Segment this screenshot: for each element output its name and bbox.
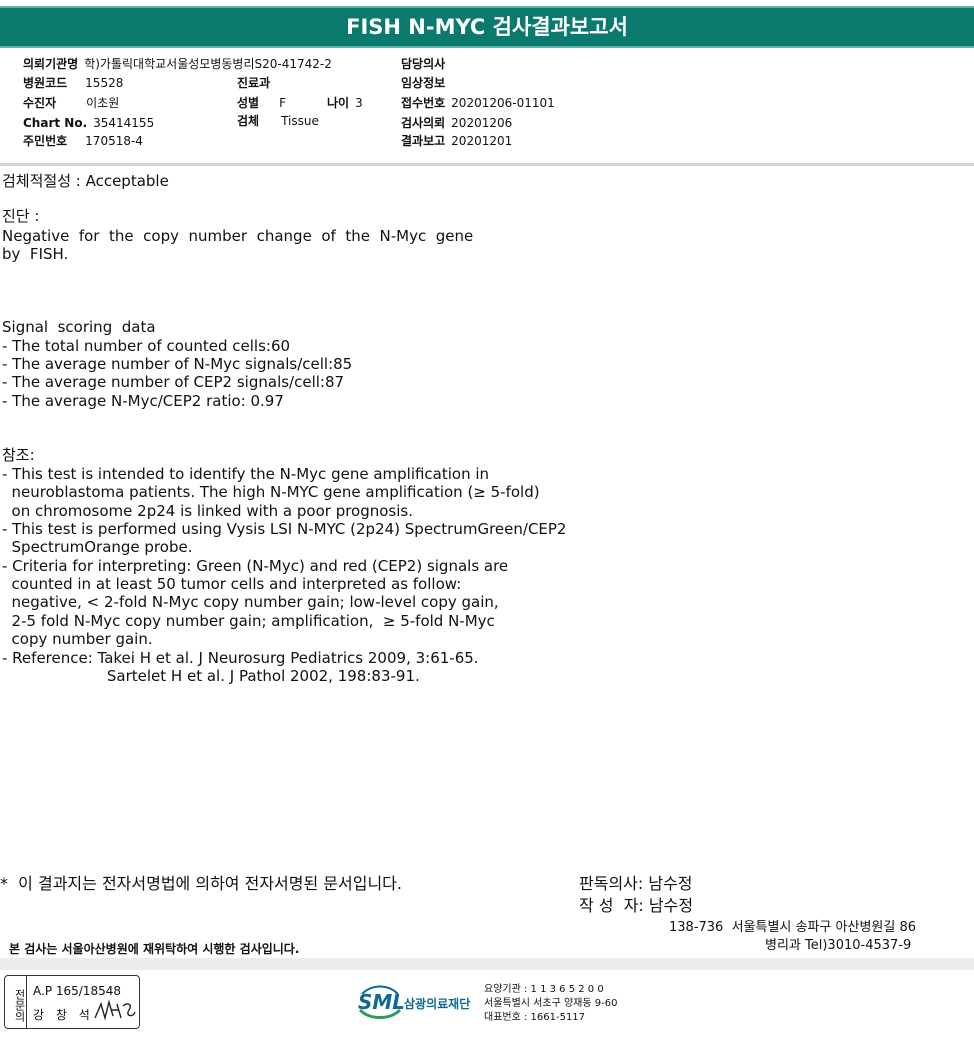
reference-line: counted in at least 50 tumor cells and i…	[2, 575, 462, 593]
header-divider	[0, 163, 974, 166]
info-report-date: 결과보고 20201201	[401, 134, 513, 148]
reference-line: - Reference: Takei H et al. J Neurosurg …	[2, 649, 479, 667]
reference-line: - This test is performed using Vysis LSI…	[2, 520, 567, 538]
hospital-address: 138-736 서울특별시 송파구 아산병원길 86	[669, 920, 917, 935]
org-address: 서울특별시 서초구 양재동 9-60	[484, 998, 618, 1009]
info-specimen: 검체 Tissue	[237, 114, 319, 128]
info-age: 나이 3	[327, 96, 363, 110]
signature-icon	[94, 999, 136, 1021]
stamp-ap-number: A.P 165/18548	[33, 984, 121, 998]
reference-line: Sartelet H et al. J Pathol 2002, 198:83-…	[2, 667, 420, 685]
report-writer: 작 성 자: 남수정	[579, 896, 694, 915]
esign-note: * 이 결과지는 전자서명법에 의하여 전자서명된 문서입니다.	[0, 874, 402, 893]
reference-line: SpectrumOrange probe.	[2, 538, 193, 556]
info-department: 진료과	[237, 76, 271, 90]
reference-line: - This test is intended to identify the …	[2, 465, 490, 483]
info-patient: 수진자 이초원	[23, 96, 120, 110]
signal-item: - The average number of N-Myc signals/ce…	[2, 355, 353, 373]
info-sex: 성별 F	[237, 96, 286, 110]
stamp-side-label: 전문의	[5, 976, 27, 1028]
footer-band	[0, 958, 974, 970]
reference-title: 참조:	[2, 446, 35, 464]
info-hospital-code: 병원코드 15528	[23, 76, 124, 90]
specialist-stamp: 전문의 A.P 165/18548 강 창 석	[4, 975, 140, 1029]
stamp-name: 강 창 석	[33, 1008, 94, 1022]
info-request-date: 검사의뢰 20201206	[401, 116, 513, 130]
info-resident-no: 주민번호 170518-4	[23, 134, 143, 148]
signal-title: Signal scoring data	[2, 318, 156, 336]
reference-line: on chromosome 2p24 is linked with a poor…	[2, 502, 413, 520]
reference-line: neuroblastoma patients. The high N-MYC g…	[2, 483, 540, 501]
report-title: FISH N-MYC 검사결과보고서	[0, 6, 974, 48]
outsourcing-notice: 본 검사는 서울아산병원에 재위탁하여 시행한 검사입니다.	[9, 942, 300, 956]
org-code: 요양기관 : 1 1 3 6 5 2 0 0	[484, 984, 604, 995]
info-doctor: 담당의사	[401, 57, 446, 71]
diagnosis-line: Negative for the copy number change of t…	[2, 227, 474, 245]
info-chart-no: Chart No. 35414155	[23, 116, 155, 130]
diagnosis-label: 진단 :	[2, 207, 40, 225]
signal-item: - The average N-Myc/CEP2 ratio: 0.97	[2, 392, 284, 410]
specimen-adequacy: 검체적절성 : Acceptable	[2, 172, 169, 190]
reference-line: copy number gain.	[2, 630, 153, 648]
info-clinical: 임상정보	[401, 76, 446, 90]
reading-physician: 판독의사: 남수정	[579, 874, 693, 893]
signal-item: - The average number of CEP2 signals/cel…	[2, 373, 345, 391]
diagnosis-line: by FISH.	[2, 245, 69, 263]
logo-text: SML	[358, 990, 406, 1014]
organization-info: 요양기관 : 1 1 3 6 5 2 0 0 서울특별시 서초구 양재동 9-6…	[484, 983, 617, 1025]
org-tel: 대표번호 : 1661-5117	[484, 1012, 586, 1023]
reference-line: negative, < 2-fold N-Myc copy number gai…	[2, 593, 499, 611]
reference-line: 2-5 fold N-Myc copy number gain; amplifi…	[2, 612, 495, 630]
signal-item: - The total number of counted cells:60	[2, 337, 291, 355]
info-receipt-no: 접수번호 20201206-01101	[401, 96, 555, 110]
department-tel: 병리과 Tel)3010-4537-9	[765, 938, 912, 953]
reference-line: - Criteria for interpreting: Green (N-My…	[2, 557, 509, 575]
info-requesting-institution: 의뢰기관명 학)가톨릭대학교서울성모병동병리S20-41742-2	[23, 57, 332, 71]
logo-korean-name: 삼광의료재단	[404, 997, 471, 1011]
